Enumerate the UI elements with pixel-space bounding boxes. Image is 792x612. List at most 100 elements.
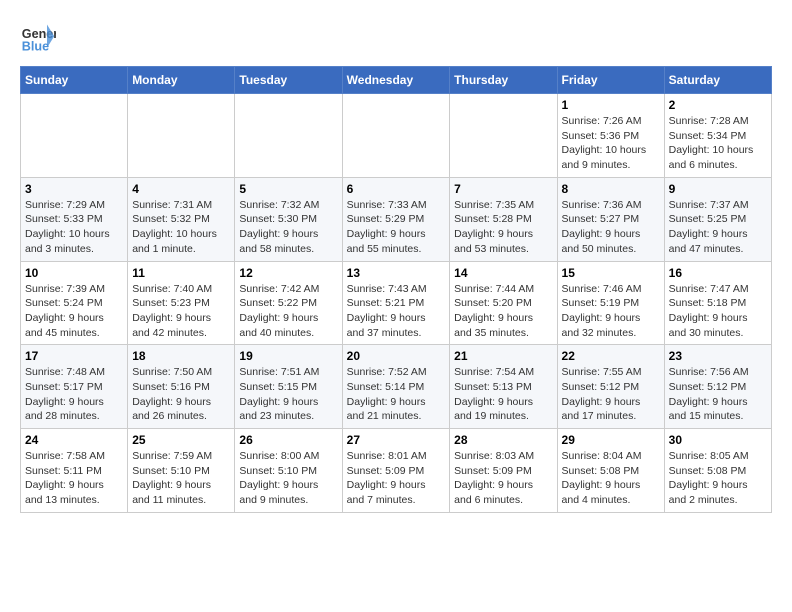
weekday-header-tuesday: Tuesday — [235, 67, 342, 94]
calendar-week-row: 3Sunrise: 7:29 AM Sunset: 5:33 PM Daylig… — [21, 177, 772, 261]
day-number: 30 — [669, 433, 767, 447]
day-number: 5 — [239, 182, 337, 196]
calendar-day-19: 19 Sunrise: 7:51 AM Sunset: 5:15 PM Dayli… — [235, 345, 342, 429]
calendar-week-row: 24 Sunrise: 7:58 AM Sunset: 5:11 PM Dayli… — [21, 429, 772, 513]
calendar-day-4: 4 Sunrise: 7:31 AM Sunset: 5:32 PM Daylig… — [128, 177, 235, 261]
day-number: 6 — [347, 182, 446, 196]
day-info: Sunrise: 7:33 AM Sunset: 5:29 PM Dayligh… — [347, 198, 446, 257]
day-info: Sunrise: 8:05 AM Sunset: 5:08 PM Dayligh… — [669, 449, 767, 508]
calendar-day-27: 27 Sunrise: 8:01 AM Sunset: 5:09 PM Dayli… — [342, 429, 450, 513]
day-number: 22 — [562, 349, 660, 363]
day-number: 20 — [347, 349, 446, 363]
day-info: Sunrise: 7:48 AM Sunset: 5:17 PM Dayligh… — [25, 365, 123, 424]
day-number: 10 — [25, 266, 123, 280]
calendar-day-1: 1 Sunrise: 7:26 AM Sunset: 5:36 PM Daylig… — [557, 94, 664, 178]
calendar-empty-cell — [450, 94, 557, 178]
day-info: Sunrise: 7:36 AM Sunset: 5:27 PM Dayligh… — [562, 198, 660, 257]
weekday-header-thursday: Thursday — [450, 67, 557, 94]
calendar-week-row: 17 Sunrise: 7:48 AM Sunset: 5:17 PM Dayli… — [21, 345, 772, 429]
calendar-day-5: 5 Sunrise: 7:32 AM Sunset: 5:30 PM Daylig… — [235, 177, 342, 261]
day-info: Sunrise: 7:55 AM Sunset: 5:12 PM Dayligh… — [562, 365, 660, 424]
calendar-day-8: 8 Sunrise: 7:36 AM Sunset: 5:27 PM Daylig… — [557, 177, 664, 261]
calendar-day-18: 18 Sunrise: 7:50 AM Sunset: 5:16 PM Dayli… — [128, 345, 235, 429]
day-info: Sunrise: 7:32 AM Sunset: 5:30 PM Dayligh… — [239, 198, 337, 257]
day-info: Sunrise: 7:35 AM Sunset: 5:28 PM Dayligh… — [454, 198, 552, 257]
logo-icon: General Blue — [20, 20, 56, 56]
day-number: 28 — [454, 433, 552, 447]
calendar-day-28: 28 Sunrise: 8:03 AM Sunset: 5:09 PM Dayli… — [450, 429, 557, 513]
day-info: Sunrise: 8:00 AM Sunset: 5:10 PM Dayligh… — [239, 449, 337, 508]
calendar-day-12: 12Sunrise: 7:42 AM Sunset: 5:22 PM Dayli… — [235, 261, 342, 345]
day-number: 14 — [454, 266, 552, 280]
day-info: Sunrise: 7:44 AM Sunset: 5:20 PM Dayligh… — [454, 282, 552, 341]
calendar-day-23: 23 Sunrise: 7:56 AM Sunset: 5:12 PM Dayli… — [664, 345, 771, 429]
day-number: 3 — [25, 182, 123, 196]
calendar-empty-cell — [235, 94, 342, 178]
day-info: Sunrise: 7:51 AM Sunset: 5:15 PM Dayligh… — [239, 365, 337, 424]
day-info: Sunrise: 7:56 AM Sunset: 5:12 PM Dayligh… — [669, 365, 767, 424]
calendar-day-24: 24 Sunrise: 7:58 AM Sunset: 5:11 PM Dayli… — [21, 429, 128, 513]
day-number: 18 — [132, 349, 230, 363]
day-number: 4 — [132, 182, 230, 196]
day-info: Sunrise: 8:01 AM Sunset: 5:09 PM Dayligh… — [347, 449, 446, 508]
day-info: Sunrise: 7:47 AM Sunset: 5:18 PM Dayligh… — [669, 282, 767, 341]
calendar-day-11: 11Sunrise: 7:40 AM Sunset: 5:23 PM Dayli… — [128, 261, 235, 345]
day-info: Sunrise: 7:42 AM Sunset: 5:22 PM Dayligh… — [239, 282, 337, 341]
day-number: 7 — [454, 182, 552, 196]
day-info: Sunrise: 7:54 AM Sunset: 5:13 PM Dayligh… — [454, 365, 552, 424]
day-info: Sunrise: 7:52 AM Sunset: 5:14 PM Dayligh… — [347, 365, 446, 424]
calendar-day-25: 25 Sunrise: 7:59 AM Sunset: 5:10 PM Dayli… — [128, 429, 235, 513]
day-info: Sunrise: 7:28 AM Sunset: 5:34 PM Dayligh… — [669, 114, 767, 173]
calendar-day-14: 14 Sunrise: 7:44 AM Sunset: 5:20 PM Dayli… — [450, 261, 557, 345]
day-info: Sunrise: 7:50 AM Sunset: 5:16 PM Dayligh… — [132, 365, 230, 424]
day-number: 1 — [562, 98, 660, 112]
day-number: 17 — [25, 349, 123, 363]
day-info: Sunrise: 7:31 AM Sunset: 5:32 PM Dayligh… — [132, 198, 230, 257]
day-info: Sunrise: 7:39 AM Sunset: 5:24 PM Dayligh… — [25, 282, 123, 341]
day-number: 21 — [454, 349, 552, 363]
weekday-header-monday: Monday — [128, 67, 235, 94]
day-info: Sunrise: 7:26 AM Sunset: 5:36 PM Dayligh… — [562, 114, 660, 173]
calendar-day-16: 16 Sunrise: 7:47 AM Sunset: 5:18 PM Dayli… — [664, 261, 771, 345]
day-number: 24 — [25, 433, 123, 447]
calendar-day-15: 15 Sunrise: 7:46 AM Sunset: 5:19 PM Dayli… — [557, 261, 664, 345]
day-number: 16 — [669, 266, 767, 280]
calendar-header-row: SundayMondayTuesdayWednesdayThursdayFrid… — [21, 67, 772, 94]
svg-text:Blue: Blue — [22, 40, 49, 54]
day-number: 8 — [562, 182, 660, 196]
calendar-day-21: 21 Sunrise: 7:54 AM Sunset: 5:13 PM Dayli… — [450, 345, 557, 429]
weekday-header-sunday: Sunday — [21, 67, 128, 94]
day-number: 2 — [669, 98, 767, 112]
day-info: Sunrise: 7:58 AM Sunset: 5:11 PM Dayligh… — [25, 449, 123, 508]
day-number: 19 — [239, 349, 337, 363]
weekday-header-saturday: Saturday — [664, 67, 771, 94]
calendar-day-7: 7 Sunrise: 7:35 AM Sunset: 5:28 PM Daylig… — [450, 177, 557, 261]
calendar-week-row: 1 Sunrise: 7:26 AM Sunset: 5:36 PM Daylig… — [21, 94, 772, 178]
day-number: 26 — [239, 433, 337, 447]
calendar-day-17: 17 Sunrise: 7:48 AM Sunset: 5:17 PM Dayli… — [21, 345, 128, 429]
day-number: 15 — [562, 266, 660, 280]
day-number: 29 — [562, 433, 660, 447]
day-number: 23 — [669, 349, 767, 363]
calendar-day-26: 26 Sunrise: 8:00 AM Sunset: 5:10 PM Dayli… — [235, 429, 342, 513]
calendar-day-9: 9Sunrise: 7:37 AM Sunset: 5:25 PM Daylig… — [664, 177, 771, 261]
weekday-header-friday: Friday — [557, 67, 664, 94]
calendar-day-30: 30 Sunrise: 8:05 AM Sunset: 5:08 PM Dayli… — [664, 429, 771, 513]
day-info: Sunrise: 7:46 AM Sunset: 5:19 PM Dayligh… — [562, 282, 660, 341]
day-info: Sunrise: 8:03 AM Sunset: 5:09 PM Dayligh… — [454, 449, 552, 508]
calendar-empty-cell — [21, 94, 128, 178]
day-number: 27 — [347, 433, 446, 447]
day-number: 25 — [132, 433, 230, 447]
calendar-table: SundayMondayTuesdayWednesdayThursdayFrid… — [20, 66, 772, 513]
day-info: Sunrise: 8:04 AM Sunset: 5:08 PM Dayligh… — [562, 449, 660, 508]
day-info: Sunrise: 7:59 AM Sunset: 5:10 PM Dayligh… — [132, 449, 230, 508]
day-number: 13 — [347, 266, 446, 280]
calendar-empty-cell — [128, 94, 235, 178]
weekday-header-wednesday: Wednesday — [342, 67, 450, 94]
day-info: Sunrise: 7:43 AM Sunset: 5:21 PM Dayligh… — [347, 282, 446, 341]
calendar-empty-cell — [342, 94, 450, 178]
calendar-day-2: 2 Sunrise: 7:28 AM Sunset: 5:34 PM Daylig… — [664, 94, 771, 178]
calendar-day-3: 3Sunrise: 7:29 AM Sunset: 5:33 PM Daylig… — [21, 177, 128, 261]
calendar-day-22: 22 Sunrise: 7:55 AM Sunset: 5:12 PM Dayli… — [557, 345, 664, 429]
day-number: 9 — [669, 182, 767, 196]
